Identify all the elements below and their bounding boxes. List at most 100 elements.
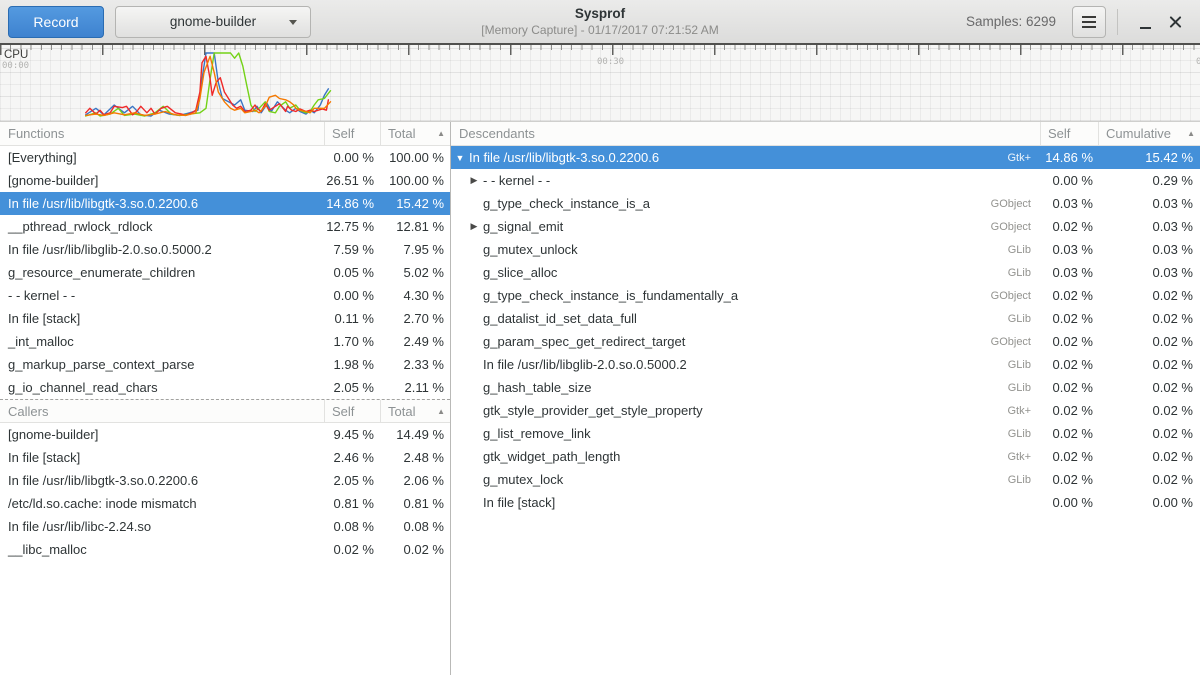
table-row[interactable]: /etc/ld.so.cache: inode mismatch 0.81 % … (0, 492, 450, 515)
self-percent: 0.02 % (1040, 403, 1098, 418)
expander-icon[interactable]: ▶ (467, 175, 481, 186)
descendants-self-column-header[interactable]: Self (1040, 122, 1098, 145)
table-row[interactable]: In file /usr/lib/libgtk-3.so.0.2200.6 14… (0, 192, 450, 215)
tree-row[interactable]: g_hash_table_size GLib 0.02 % 0.02 % (451, 376, 1200, 399)
descendants-column-header[interactable]: Descendants (451, 122, 1040, 145)
tree-row[interactable]: ▶ g_signal_emit GObject 0.02 % 0.03 % (451, 215, 1200, 238)
callers-list: [gnome-builder] 9.45 % 14.49 % In file [… (0, 423, 450, 561)
time-tick-01-00: 01:00 (1196, 57, 1200, 67)
process-selector-dropdown[interactable]: gnome-builder (115, 6, 311, 38)
self-percent: 0.05 % (324, 265, 380, 280)
total-percent: 7.95 % (380, 242, 450, 257)
function-name: g_datalist_id_set_data_full (481, 311, 1008, 326)
table-row[interactable]: [gnome-builder] 9.45 % 14.49 % (0, 423, 450, 446)
close-button[interactable] (1160, 7, 1190, 37)
library-tag: GLib (1008, 428, 1040, 440)
table-row[interactable]: __libc_malloc 0.02 % 0.02 % (0, 538, 450, 561)
function-name: [gnome-builder] (0, 427, 324, 442)
functions-pane: Functions Self Total ▲ [Everything] 0.00… (0, 122, 451, 675)
function-name: /etc/ld.so.cache: inode mismatch (0, 496, 324, 511)
table-row[interactable]: g_resource_enumerate_children 0.05 % 5.0… (0, 261, 450, 284)
self-percent: 0.08 % (324, 519, 380, 534)
function-name: [Everything] (0, 150, 324, 165)
function-name: g_mutex_unlock (481, 242, 1008, 257)
function-name: In file /usr/lib/libc-2.24.so (0, 519, 324, 534)
table-row[interactable]: - - kernel - - 0.00 % 4.30 % (0, 284, 450, 307)
tree-row[interactable]: gtk_widget_path_length Gtk+ 0.02 % 0.02 … (451, 445, 1200, 468)
function-name: g_resource_enumerate_children (0, 265, 324, 280)
cumulative-percent: 0.02 % (1098, 403, 1200, 418)
minimize-button[interactable] (1130, 7, 1160, 37)
table-row[interactable]: g_markup_parse_context_parse 1.98 % 2.33… (0, 353, 450, 376)
tree-row[interactable]: g_mutex_lock GLib 0.02 % 0.02 % (451, 468, 1200, 491)
tree-row[interactable]: gtk_style_provider_get_style_property Gt… (451, 399, 1200, 422)
self-percent: 2.05 % (324, 380, 380, 395)
self-percent: 0.02 % (324, 542, 380, 557)
functions-self-column-header[interactable]: Self (324, 122, 380, 145)
callers-column-header[interactable]: Callers (0, 400, 324, 422)
sort-ascending-icon: ▲ (1187, 129, 1195, 138)
table-row[interactable]: [gnome-builder] 26.51 % 100.00 % (0, 169, 450, 192)
function-name: g_slice_alloc (481, 265, 1008, 280)
descendants-cumulative-column-header[interactable]: Cumulative ▲ (1098, 122, 1200, 145)
tree-row[interactable]: In file /usr/lib/libglib-2.0.so.0.5000.2… (451, 353, 1200, 376)
tree-row[interactable]: g_datalist_id_set_data_full GLib 0.02 % … (451, 307, 1200, 330)
close-icon (1169, 15, 1182, 28)
function-name: g_mutex_lock (481, 472, 1008, 487)
functions-total-column-header[interactable]: Total ▲ (380, 122, 450, 145)
table-row[interactable]: g_io_channel_read_chars 2.05 % 2.11 % (0, 376, 450, 399)
table-row[interactable]: _int_malloc 1.70 % 2.49 % (0, 330, 450, 353)
cumulative-percent: 15.42 % (1098, 150, 1200, 165)
tree-row[interactable]: g_mutex_unlock GLib 0.03 % 0.03 % (451, 238, 1200, 261)
tree-row[interactable]: ▶ - - kernel - - 0.00 % 0.29 % (451, 169, 1200, 192)
expander-icon[interactable]: ▼ (453, 153, 467, 163)
table-row[interactable]: In file /usr/lib/libgtk-3.so.0.2200.6 2.… (0, 469, 450, 492)
total-percent: 0.08 % (380, 519, 450, 534)
menu-button[interactable] (1072, 6, 1106, 38)
chevron-down-icon (289, 20, 297, 25)
self-percent: 0.02 % (1040, 357, 1098, 372)
self-percent: 1.70 % (324, 334, 380, 349)
function-name: g_hash_table_size (481, 380, 1008, 395)
callers-self-column-header[interactable]: Self (324, 400, 380, 422)
tree-row[interactable]: g_type_check_instance_is_a GObject 0.03 … (451, 192, 1200, 215)
function-name: In file [stack] (0, 311, 324, 326)
tree-row[interactable]: ▼ In file /usr/lib/libgtk-3.so.0.2200.6 … (451, 146, 1200, 169)
table-row[interactable]: In file [stack] 0.11 % 2.70 % (0, 307, 450, 330)
functions-column-header[interactable]: Functions (0, 122, 324, 145)
self-percent: 0.00 % (324, 150, 380, 165)
library-tag: Gtk+ (1007, 451, 1040, 463)
function-name: In file [stack] (481, 495, 1031, 510)
callers-total-column-header[interactable]: Total ▲ (380, 400, 450, 422)
function-name: g_type_check_instance_is_fundamentally_a (481, 288, 991, 303)
cumulative-percent: 0.02 % (1098, 357, 1200, 372)
tree-row[interactable]: g_param_spec_get_redirect_target GObject… (451, 330, 1200, 353)
total-percent: 0.02 % (380, 542, 450, 557)
cpu-graph[interactable]: CPU 00:00 00:30 01:00 (0, 45, 1200, 122)
self-percent: 0.11 % (324, 311, 380, 326)
table-row[interactable]: In file /usr/lib/libglib-2.0.so.0.5000.2… (0, 238, 450, 261)
total-percent: 2.70 % (380, 311, 450, 326)
record-button[interactable]: Record (8, 6, 104, 38)
table-row[interactable]: In file [stack] 2.46 % 2.48 % (0, 446, 450, 469)
table-row[interactable]: [Everything] 0.00 % 100.00 % (0, 146, 450, 169)
self-percent: 0.03 % (1040, 265, 1098, 280)
tree-row[interactable]: g_list_remove_link GLib 0.02 % 0.02 % (451, 422, 1200, 445)
self-percent: 14.86 % (1040, 150, 1098, 165)
cumulative-percent: 0.29 % (1098, 173, 1200, 188)
expander-icon[interactable]: ▶ (467, 221, 481, 232)
self-percent: 0.02 % (1040, 288, 1098, 303)
tree-row[interactable]: g_type_check_instance_is_fundamentally_a… (451, 284, 1200, 307)
library-tag: GLib (1008, 244, 1040, 256)
table-row[interactable]: In file /usr/lib/libc-2.24.so 0.08 % 0.0… (0, 515, 450, 538)
tree-row[interactable]: g_slice_alloc GLib 0.03 % 0.03 % (451, 261, 1200, 284)
self-percent: 0.02 % (1040, 449, 1098, 464)
self-percent: 0.81 % (324, 496, 380, 511)
self-percent: 0.03 % (1040, 196, 1098, 211)
function-name: - - kernel - - (481, 173, 1031, 188)
total-percent: 2.49 % (380, 334, 450, 349)
table-row[interactable]: __pthread_rwlock_rdlock 12.75 % 12.81 % (0, 215, 450, 238)
library-tag: GObject (991, 198, 1040, 210)
function-name: __pthread_rwlock_rdlock (0, 219, 324, 234)
tree-row[interactable]: In file [stack] 0.00 % 0.00 % (451, 491, 1200, 514)
